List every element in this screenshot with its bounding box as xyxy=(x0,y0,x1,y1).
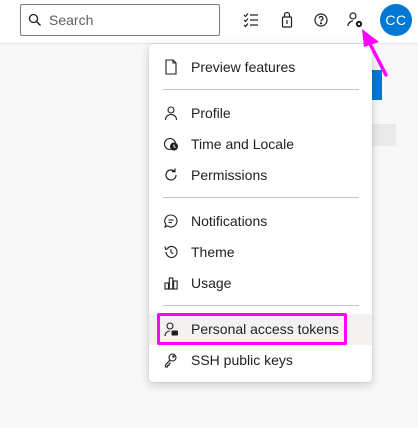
menu-item-label: Usage xyxy=(191,275,232,291)
menu-item-label: SSH public keys xyxy=(191,352,293,368)
chat-bubble-icon xyxy=(163,213,179,229)
user-settings-icon[interactable] xyxy=(343,8,367,32)
profile-icon xyxy=(163,105,179,121)
avatar[interactable]: CC xyxy=(380,4,412,36)
menu-item-label: Preview features xyxy=(191,59,296,75)
marketplace-bag-icon[interactable] xyxy=(275,8,299,32)
menu-item-label: Time and Locale xyxy=(191,136,294,152)
search-input[interactable] xyxy=(49,12,209,28)
menu-item-preview-features[interactable]: Preview features xyxy=(149,52,372,83)
menu-item-label: Permissions xyxy=(191,167,268,183)
menu-item-personal-access-tokens[interactable]: Personal access tokens xyxy=(149,314,372,345)
menu-item-label: Notifications xyxy=(191,213,268,229)
menu-item-profile[interactable]: Profile xyxy=(149,98,372,129)
search-box[interactable] xyxy=(20,4,220,36)
background-panel xyxy=(370,124,396,146)
menu-item-theme[interactable]: Theme xyxy=(149,237,372,268)
menu-item-permissions[interactable]: Permissions xyxy=(149,160,372,191)
menu-divider xyxy=(163,305,359,306)
user-settings-menu: Preview features Profile Time and Locale… xyxy=(149,44,372,382)
history-icon xyxy=(163,244,179,260)
globe-clock-icon xyxy=(163,136,179,152)
menu-item-ssh-public-keys[interactable]: SSH public keys xyxy=(149,345,372,376)
token-icon xyxy=(163,321,179,337)
document-icon xyxy=(163,59,179,75)
menu-item-usage[interactable]: Usage xyxy=(149,268,372,299)
menu-divider xyxy=(163,89,359,90)
menu-item-time-and-locale[interactable]: Time and Locale xyxy=(149,129,372,160)
refresh-icon xyxy=(163,167,179,183)
work-items-icon[interactable] xyxy=(239,8,263,32)
bar-chart-icon xyxy=(163,275,179,291)
search-icon xyxy=(21,5,49,35)
help-icon[interactable] xyxy=(309,8,333,32)
menu-item-notifications[interactable]: Notifications xyxy=(149,206,372,237)
menu-item-label: Personal access tokens xyxy=(191,321,339,337)
key-icon xyxy=(163,352,179,368)
menu-item-label: Theme xyxy=(191,244,235,260)
menu-item-label: Profile xyxy=(191,105,231,121)
top-bar: CC xyxy=(0,0,418,44)
menu-divider xyxy=(163,197,359,198)
